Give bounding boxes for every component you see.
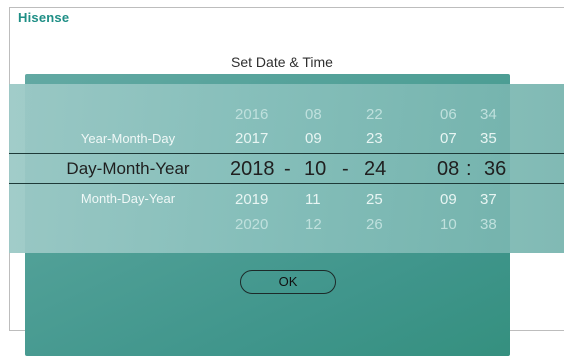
date-separator-2: - [342, 158, 349, 180]
year-option[interactable]: 2017 [235, 130, 268, 147]
format-option-day-month-year[interactable]: Day-Month-Year [33, 159, 223, 179]
date-separator-1: - [284, 158, 291, 180]
month-option[interactable]: 09 [305, 130, 322, 147]
hour-option[interactable]: 06 [440, 106, 457, 123]
hour-option[interactable]: 09 [440, 191, 457, 208]
day-selected[interactable]: 24 [364, 158, 386, 181]
format-option-year-month-day[interactable]: Year-Month-Day [33, 131, 223, 146]
hour-option[interactable]: 10 [440, 216, 457, 233]
minute-option[interactable]: 35 [480, 130, 497, 147]
month-option[interactable]: 08 [305, 106, 322, 123]
day-option[interactable]: 25 [366, 191, 383, 208]
minute-option[interactable]: 37 [480, 191, 497, 208]
selection-top-line [9, 153, 564, 154]
selection-bottom-line [9, 183, 564, 184]
day-option[interactable]: 22 [366, 106, 383, 123]
minute-option[interactable]: 38 [480, 216, 497, 233]
format-option-month-day-year[interactable]: Month-Day-Year [33, 191, 223, 206]
minute-option[interactable]: 34 [480, 106, 497, 123]
dialog-title: Set Date & Time [231, 54, 333, 70]
year-option[interactable]: 2019 [235, 191, 268, 208]
hour-option[interactable]: 07 [440, 130, 457, 147]
year-option[interactable]: 2020 [235, 216, 268, 233]
month-option[interactable]: 11 [305, 191, 321, 208]
month-selected[interactable]: 10 [304, 158, 326, 181]
year-selected[interactable]: 2018 [230, 158, 275, 181]
month-option[interactable]: 12 [305, 216, 322, 233]
year-option[interactable]: 2016 [235, 106, 268, 123]
minute-selected[interactable]: 36 [484, 158, 506, 181]
ok-button[interactable]: OK [240, 270, 336, 294]
brand-logo: Hisense [18, 10, 70, 25]
time-separator: : [466, 158, 472, 180]
day-option[interactable]: 26 [366, 216, 383, 233]
hour-selected[interactable]: 08 [437, 158, 459, 181]
day-option[interactable]: 23 [366, 130, 383, 147]
